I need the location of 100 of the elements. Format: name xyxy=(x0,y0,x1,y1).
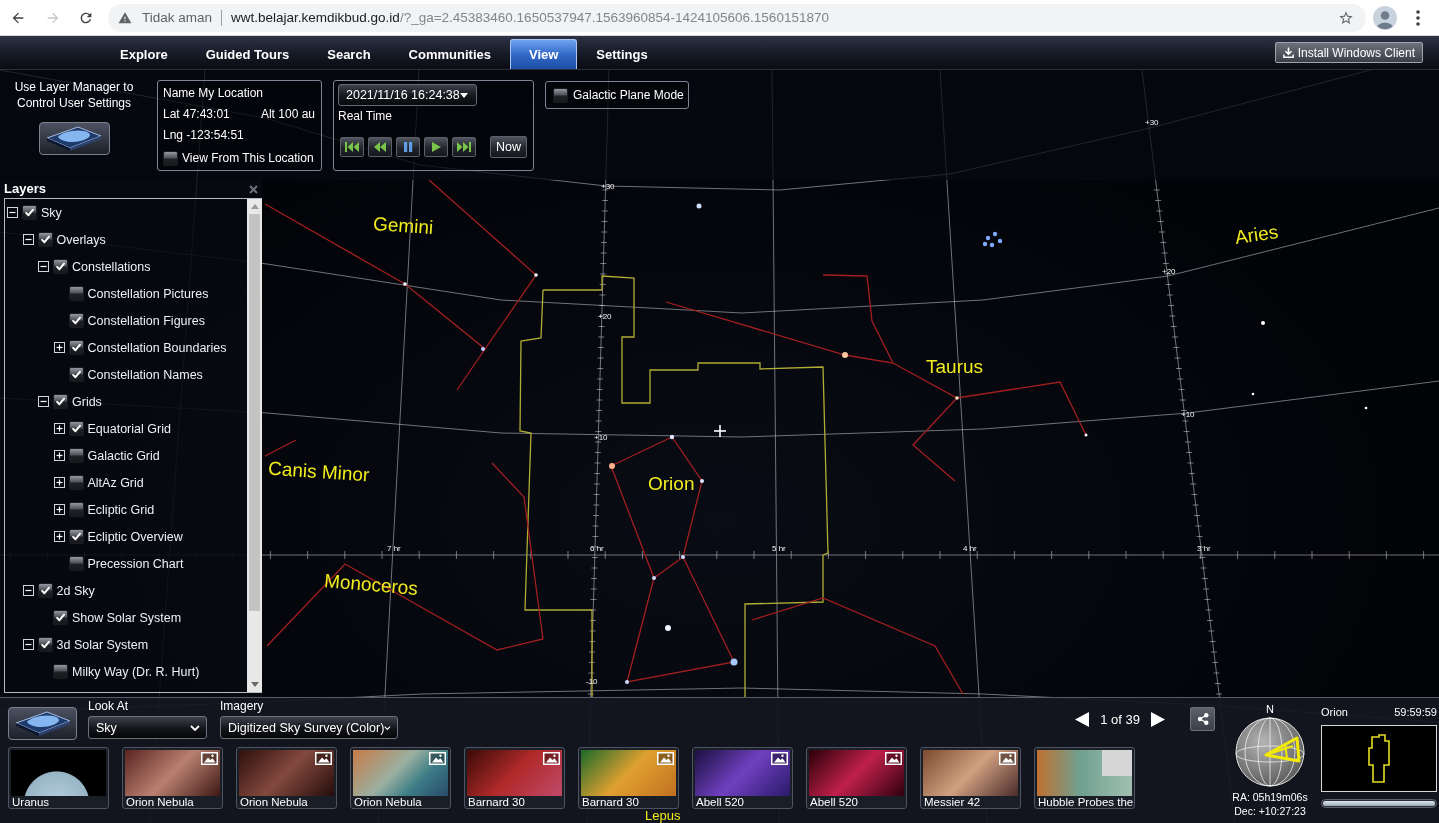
checkbox[interactable] xyxy=(68,556,84,571)
checkbox[interactable] xyxy=(37,232,53,247)
install-button[interactable]: Install Windows Client xyxy=(1274,42,1423,63)
menu-tab[interactable]: Search xyxy=(308,39,390,69)
layer-name[interactable]: Constellation Boundaries xyxy=(87,340,227,355)
thumbnail[interactable]: Abell 520 xyxy=(692,747,793,809)
checkbox[interactable] xyxy=(68,367,84,382)
constellation-label: Orion xyxy=(648,474,695,495)
menu-tab[interactable]: Explore xyxy=(101,39,187,69)
minus-square-icon[interactable] xyxy=(22,639,34,650)
thumbnail-caption: Uranus xyxy=(11,796,51,808)
layer-name[interactable]: Constellation Names xyxy=(87,367,203,382)
now-button[interactable]: Now xyxy=(490,136,527,158)
menu-tab[interactable]: Communities xyxy=(389,39,510,69)
checkbox[interactable] xyxy=(68,421,84,436)
layer-name[interactable]: Sky xyxy=(41,205,62,220)
avatar-icon[interactable] xyxy=(1373,5,1397,30)
checkbox[interactable] xyxy=(37,583,53,598)
checkbox[interactable] xyxy=(53,610,68,625)
layer-manager-button[interactable] xyxy=(8,707,77,740)
plus-square-icon[interactable] xyxy=(53,423,65,434)
longitude-value: Lng -123:54:51 xyxy=(163,127,245,144)
minus-square-icon[interactable] xyxy=(7,207,18,218)
scrollbar-thumb[interactable] xyxy=(249,214,260,611)
layer-name[interactable]: Ecliptic Overview xyxy=(87,529,183,544)
globe-icon[interactable] xyxy=(1235,717,1305,787)
plus-square-icon[interactable] xyxy=(53,450,65,461)
layer-name[interactable]: Milky Way (Dr. R. Hurt) xyxy=(72,664,200,679)
checkbox[interactable] xyxy=(68,313,84,328)
layer-name[interactable]: Grids xyxy=(72,394,102,409)
next-arrow-icon[interactable] xyxy=(1151,711,1165,727)
rewind-button[interactable] xyxy=(368,137,392,157)
checkbox[interactable] xyxy=(68,448,84,463)
more-menu-icon[interactable] xyxy=(1416,9,1420,26)
layer-name[interactable]: Precession Chart xyxy=(87,556,184,571)
layer-name[interactable]: Constellation Pictures xyxy=(87,286,209,301)
pause-button[interactable] xyxy=(396,137,420,157)
minus-square-icon[interactable] xyxy=(22,585,34,596)
checkbox[interactable] xyxy=(53,664,68,679)
layer-manager-button[interactable] xyxy=(38,122,110,155)
look-at-dropdown[interactable]: Sky xyxy=(88,716,207,739)
layer-name[interactable]: Constellations xyxy=(72,259,151,274)
checkbox[interactable] xyxy=(68,286,84,301)
checkbox[interactable] xyxy=(163,151,178,166)
layer-name[interactable]: Ecliptic Grid xyxy=(87,502,155,517)
layer-name[interactable]: 3d Solar System xyxy=(56,637,149,652)
layer-name[interactable]: AltAz Grid xyxy=(87,475,144,490)
thumbnail[interactable]: Hubble Probes the xyxy=(1034,747,1135,809)
checkbox[interactable] xyxy=(37,637,53,652)
thumbnail[interactable]: Orion Nebula xyxy=(350,747,451,809)
previous-arrow-icon[interactable] xyxy=(1075,711,1090,727)
play-icon xyxy=(429,142,443,152)
plus-square-icon[interactable] xyxy=(53,504,65,515)
layer-name[interactable]: Galactic Grid xyxy=(87,448,160,463)
minus-square-icon[interactable] xyxy=(38,261,49,272)
datetime-dropdown[interactable]: 2021/11/16 16:24:38 xyxy=(338,84,477,106)
checkbox[interactable] xyxy=(68,475,84,490)
thumbnail[interactable]: Orion Nebula xyxy=(236,747,337,809)
menu-tab[interactable]: Guided Tours xyxy=(186,39,309,69)
menu-tab[interactable]: Settings xyxy=(577,39,667,69)
checkbox[interactable] xyxy=(53,394,68,409)
thumbnail[interactable]: Orion Nebula xyxy=(122,747,223,809)
layer-name[interactable]: Show Solar System xyxy=(72,610,182,625)
layer-name[interactable]: Constellation Figures xyxy=(87,313,205,328)
layer-name[interactable]: Overlays xyxy=(56,232,106,247)
thumbnail[interactable]: Barnard 30 xyxy=(578,747,679,809)
minus-square-icon[interactable] xyxy=(22,234,34,245)
thumbnail[interactable]: Abell 520 xyxy=(806,747,907,809)
minus-square-icon[interactable] xyxy=(38,396,49,407)
url-text[interactable]: wwt.belajar.kemdikbud.go.id/?_ga=2.45383460.1650537947.1563960854-1424105606.1560151870 xyxy=(231,10,829,25)
checkbox[interactable] xyxy=(68,529,84,544)
checkbox[interactable] xyxy=(553,87,568,103)
constellation-label: Taurus xyxy=(926,357,984,378)
star-dot xyxy=(842,352,848,358)
address-bar[interactable]: Tidak aman wwt.belajar.kemdikbud.go.id/?_ga=2.45383460.1650537947.1563960854-1424105606.1560151870 xyxy=(108,3,1366,32)
share-button[interactable] xyxy=(1190,707,1215,731)
checkbox[interactable] xyxy=(68,340,84,355)
grid-label: -10 xyxy=(586,678,598,686)
layer-name[interactable]: Equatorial Grid xyxy=(87,421,171,436)
scrollbar[interactable] xyxy=(247,199,262,692)
plus-square-icon[interactable] xyxy=(53,531,65,542)
thumbnail[interactable]: Barnard 30 xyxy=(464,747,565,809)
skip-forward-button[interactable] xyxy=(452,137,476,157)
imagery-dropdown[interactable]: Digitized Sky Survey (Color) xyxy=(220,716,398,739)
close-icon[interactable] xyxy=(249,184,258,194)
plus-square-icon[interactable] xyxy=(53,477,65,488)
warning-icon xyxy=(118,10,132,25)
layer-name[interactable]: 2d Sky xyxy=(56,583,95,598)
bookmark-star-icon[interactable] xyxy=(1338,9,1354,26)
security-status: Tidak aman xyxy=(142,10,213,25)
plus-square-icon[interactable] xyxy=(53,342,65,353)
menu-tab[interactable]: View xyxy=(509,39,578,69)
checkbox[interactable] xyxy=(22,205,37,220)
scroll-down-icon[interactable] xyxy=(250,682,259,687)
skip-back-button[interactable] xyxy=(340,137,364,157)
checkbox[interactable] xyxy=(68,502,84,517)
play-button[interactable] xyxy=(424,137,448,157)
thumbnail[interactable]: Messier 42 xyxy=(920,747,1021,809)
checkbox[interactable] xyxy=(53,259,68,274)
thumbnail[interactable]: Uranus xyxy=(8,747,109,809)
